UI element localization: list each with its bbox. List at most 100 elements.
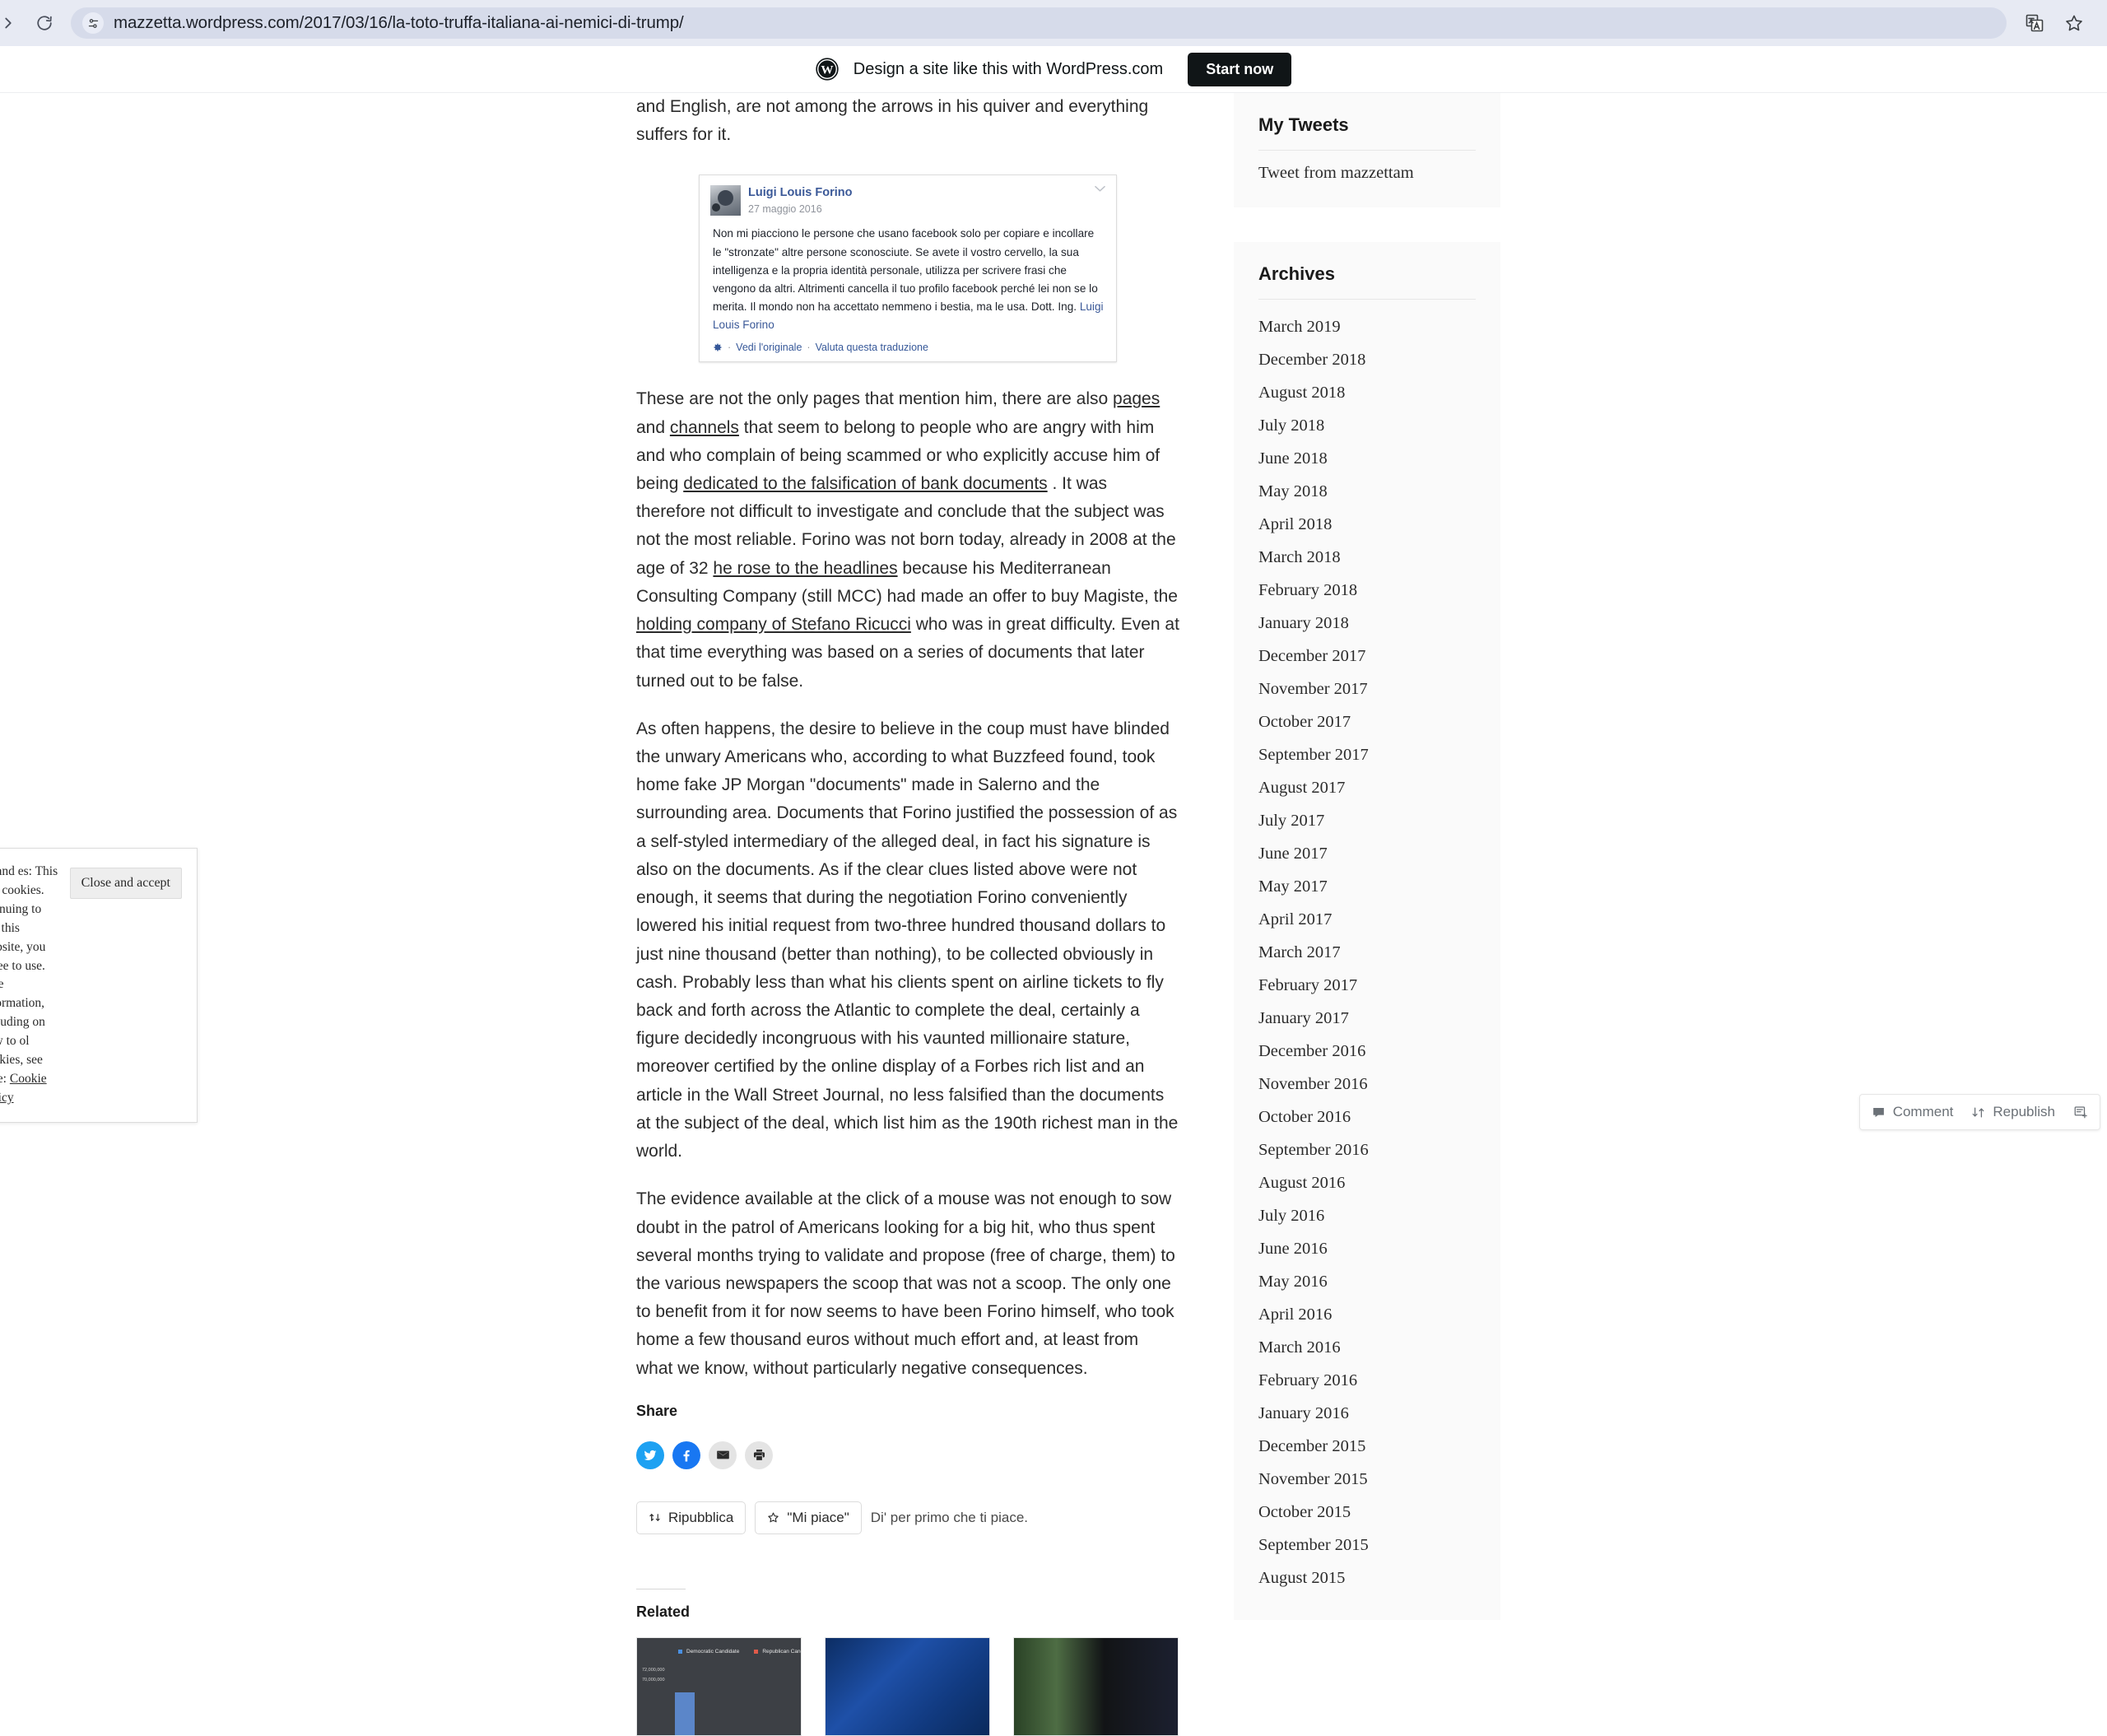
archive-link[interactable]: November 2015: [1258, 1464, 1476, 1496]
share-heading: Share: [636, 1402, 678, 1419]
archives-list-item: November 2016: [1258, 1068, 1476, 1101]
translate-icon[interactable]: [2018, 7, 2051, 40]
archive-link[interactable]: February 2017: [1258, 970, 1476, 1003]
reload-button[interactable]: [26, 5, 63, 41]
related-thumb-news-interview[interactable]: [1013, 1636, 1179, 1736]
archive-link[interactable]: April 2016: [1258, 1299, 1476, 1332]
related-thumb-election-chart[interactable]: Democratic Candidate Republican Candidat…: [636, 1636, 802, 1736]
archive-link[interactable]: September 2015: [1258, 1529, 1476, 1562]
quote-author-name[interactable]: Luigi Louis Forino: [748, 185, 852, 202]
gear-icon[interactable]: [713, 342, 723, 352]
archive-link[interactable]: August 2015: [1258, 1562, 1476, 1595]
article-paragraphs: These are not the only pages that mentio…: [636, 385, 1179, 1382]
archive-link[interactable]: March 2019: [1258, 311, 1476, 344]
archives-widget: Archives March 2019 December 2018 August 2…: [1234, 242, 1500, 1620]
archive-link[interactable]: December 2015: [1258, 1431, 1476, 1464]
comment-bubble-icon: [1872, 1105, 1886, 1119]
archive-link[interactable]: May 2017: [1258, 871, 1476, 904]
archive-link[interactable]: November 2017: [1258, 673, 1476, 706]
my-tweets-widget: My Tweets Tweet from mazzettam: [1234, 93, 1500, 207]
archive-link[interactable]: March 2018: [1258, 542, 1476, 575]
archives-list-item: January 2018: [1258, 607, 1476, 640]
archives-list-item: June 2016: [1258, 1233, 1476, 1266]
archive-link[interactable]: December 2018: [1258, 344, 1476, 377]
archive-link[interactable]: January 2016: [1258, 1398, 1476, 1431]
republish-button[interactable]: Ripubblica: [636, 1501, 747, 1534]
archive-link[interactable]: October 2016: [1258, 1101, 1476, 1134]
archives-list-item: November 2017: [1258, 673, 1476, 706]
republish-arrows-icon: [649, 1511, 661, 1524]
related-thumb-crowd-photo[interactable]: [825, 1636, 990, 1736]
archive-link[interactable]: January 2017: [1258, 1003, 1476, 1036]
article-lead-fragment: and English, are not among the arrows in…: [636, 97, 1149, 145]
print-share-icon[interactable]: [745, 1440, 773, 1469]
archive-link[interactable]: June 2017: [1258, 838, 1476, 871]
article-paragraph: These are not the only pages that mentio…: [636, 385, 1179, 695]
archive-link[interactable]: August 2018: [1258, 377, 1476, 410]
close-and-accept-button[interactable]: Close and accept: [69, 867, 182, 899]
address-bar[interactable]: mazzetta.wordpress.com/2017/03/16/la-tot…: [71, 7, 2007, 39]
archive-link[interactable]: December 2017: [1258, 640, 1476, 673]
archive-link[interactable]: December 2016: [1258, 1036, 1476, 1068]
comment-action[interactable]: Comment: [1872, 1104, 1953, 1120]
like-button[interactable]: "Mi piace": [755, 1501, 862, 1534]
archive-link[interactable]: March 2017: [1258, 937, 1476, 970]
address-bar-url: mazzetta.wordpress.com/2017/03/16/la-tot…: [114, 13, 684, 32]
archive-link[interactable]: February 2016: [1258, 1365, 1476, 1398]
archives-list-item: May 2016: [1258, 1266, 1476, 1299]
archive-link[interactable]: September 2016: [1258, 1134, 1476, 1167]
archive-link[interactable]: July 2018: [1258, 410, 1476, 443]
archive-link[interactable]: March 2016: [1258, 1332, 1476, 1365]
archives-list-item: July 2018: [1258, 410, 1476, 443]
archive-link[interactable]: September 2017: [1258, 739, 1476, 772]
archive-link[interactable]: November 2016: [1258, 1068, 1476, 1101]
quote-date: 27 maggio 2016: [748, 203, 822, 215]
archive-link[interactable]: June 2016: [1258, 1233, 1476, 1266]
wordpress-promo-banner: W Design a site like this with WordPress…: [0, 46, 2107, 93]
article-inline-link[interactable]: pages: [1113, 389, 1160, 408]
view-original-link[interactable]: Vedi l'originale: [736, 342, 802, 353]
facebook-share-icon[interactable]: [672, 1440, 700, 1469]
avatar: [710, 185, 741, 216]
start-now-button[interactable]: Start now: [1188, 52, 1292, 86]
article-inline-link[interactable]: dedicated to the falsification of bank d…: [683, 474, 1047, 493]
republish-arrows-icon: [1971, 1105, 1985, 1119]
forward-button[interactable]: [0, 5, 26, 41]
twitter-share-icon[interactable]: [636, 1440, 664, 1469]
archive-link[interactable]: May 2016: [1258, 1266, 1476, 1299]
archives-list-item: January 2017: [1258, 1003, 1476, 1036]
rate-translation-link[interactable]: Valuta questa traduzione: [816, 342, 928, 353]
archive-link[interactable]: April 2018: [1258, 509, 1476, 542]
archive-link[interactable]: January 2018: [1258, 607, 1476, 640]
archives-list-item: May 2017: [1258, 871, 1476, 904]
reload-icon: [37, 16, 52, 30]
archive-link[interactable]: October 2015: [1258, 1496, 1476, 1529]
archive-link[interactable]: October 2017: [1258, 706, 1476, 739]
article-inline-link[interactable]: holding company of Stefano Ricucci: [636, 615, 911, 634]
archive-link[interactable]: February 2018: [1258, 575, 1476, 607]
bookmark-star-icon[interactable]: [2058, 7, 2091, 40]
archive-link[interactable]: August 2016: [1258, 1167, 1476, 1200]
archive-link[interactable]: July 2016: [1258, 1200, 1476, 1233]
related-heading: Related: [636, 1603, 691, 1620]
new-post-action[interactable]: [2073, 1105, 2088, 1119]
tweet-item: Tweet from mazzettam: [1258, 164, 1414, 182]
archive-link[interactable]: July 2017: [1258, 805, 1476, 838]
archives-list-item: May 2018: [1258, 476, 1476, 509]
archive-link[interactable]: April 2017: [1258, 904, 1476, 937]
republish-action[interactable]: Republish: [1971, 1104, 2055, 1120]
archive-link[interactable]: May 2018: [1258, 476, 1476, 509]
archives-list-item: August 2016: [1258, 1167, 1476, 1200]
archive-link[interactable]: June 2018: [1258, 443, 1476, 476]
site-settings-icon[interactable]: [82, 12, 104, 34]
archives-list-item: March 2018: [1258, 542, 1476, 575]
article-inline-link[interactable]: he rose to the headlines: [713, 559, 897, 578]
article-inline-link[interactable]: channels: [670, 418, 739, 437]
archive-link[interactable]: August 2017: [1258, 772, 1476, 805]
chevron-down-icon[interactable]: [1095, 185, 1105, 193]
promo-banner-text: Design a site like this with WordPress.c…: [853, 59, 1164, 78]
email-share-icon[interactable]: [709, 1440, 737, 1469]
archives-list-item: August 2017: [1258, 772, 1476, 805]
archives-list-item: December 2017: [1258, 640, 1476, 673]
archives-list-item: September 2017: [1258, 739, 1476, 772]
